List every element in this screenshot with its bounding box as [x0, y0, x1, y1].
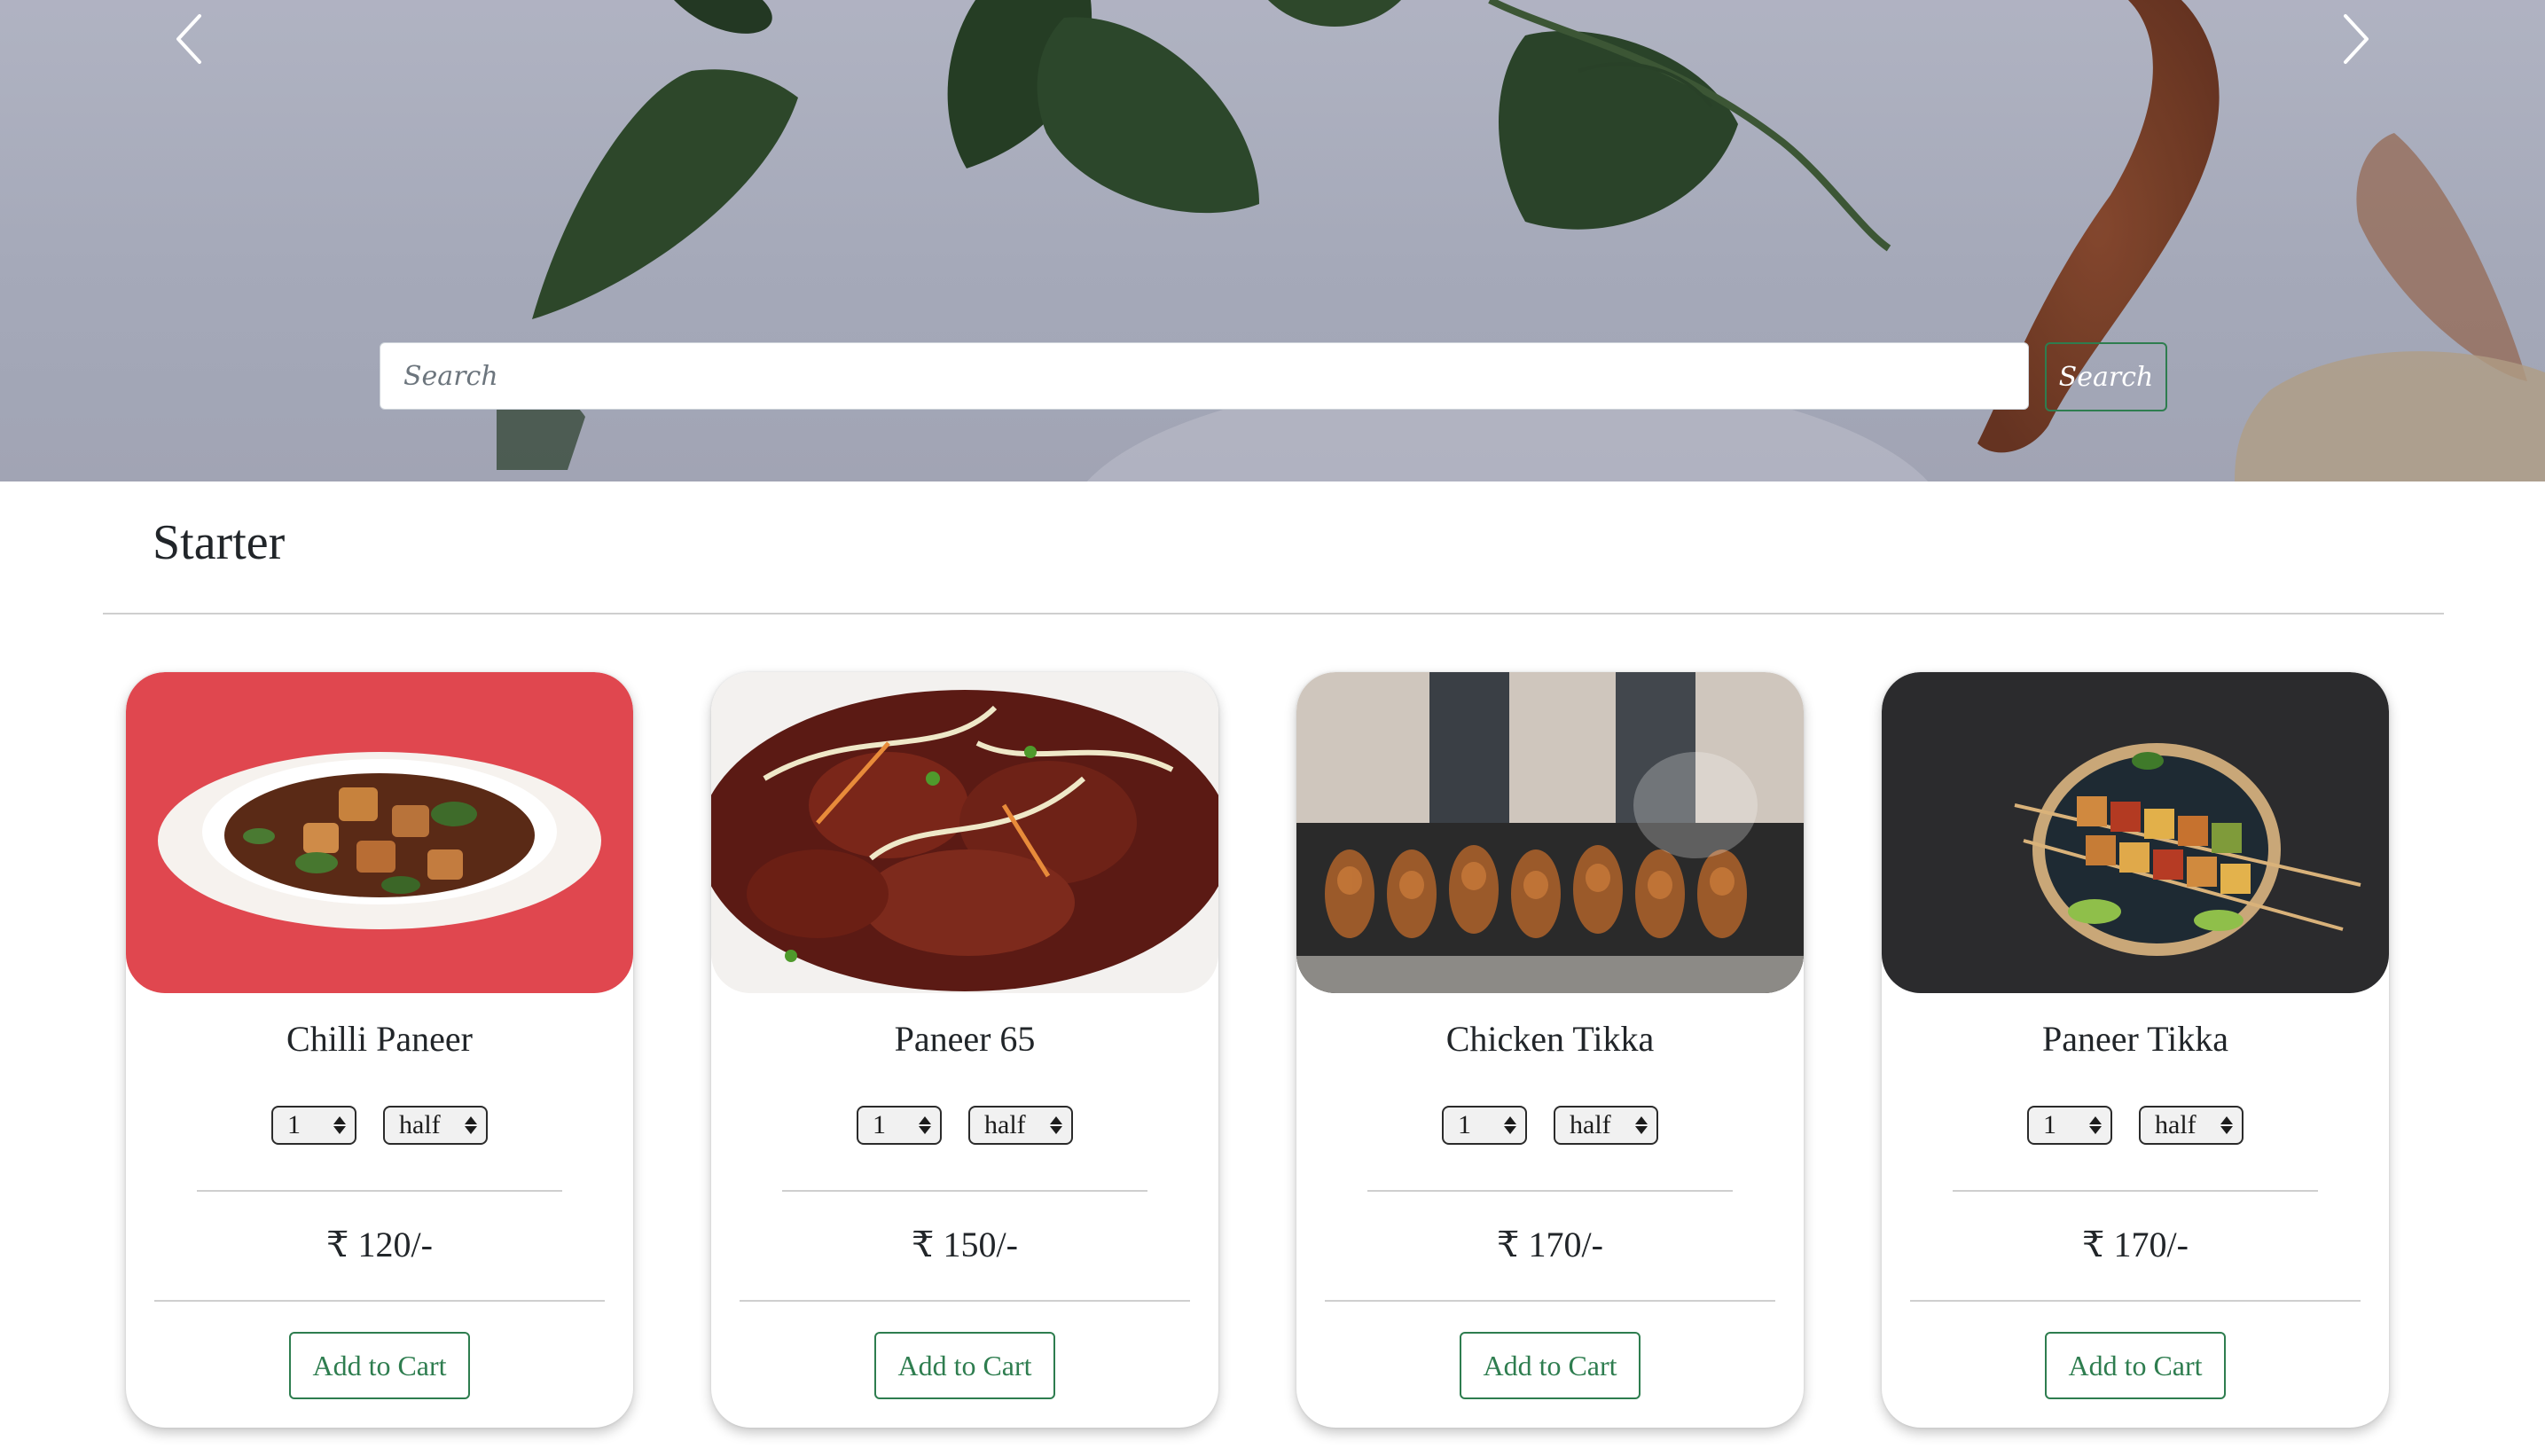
select-arrows-icon — [919, 1116, 931, 1134]
menu-card-paneer-tikka: Paneer Tikka 1 half ₹ 170/- Add to Cart — [1882, 672, 2389, 1428]
add-to-cart-button[interactable]: Add to Cart — [289, 1332, 470, 1399]
carousel-next-button[interactable] — [2330, 11, 2384, 67]
quantity-value: 1 — [2043, 1110, 2056, 1139]
card-divider — [782, 1190, 1147, 1192]
card-price: ₹ 150/- — [912, 1225, 1018, 1264]
select-arrows-icon — [1635, 1116, 1648, 1134]
card-price: ₹ 120/- — [326, 1225, 433, 1264]
search-button[interactable]: Search — [2045, 342, 2167, 411]
select-arrows-icon — [465, 1116, 477, 1134]
portion-value: half — [399, 1110, 441, 1139]
menu-card-chilli-paneer: Chilli Paneer 1 half ₹ 120/- Add to Cart — [126, 672, 633, 1428]
quantity-select[interactable]: 1 — [271, 1106, 356, 1145]
card-divider — [1325, 1300, 1775, 1302]
card-options: 1 half — [1296, 1106, 1804, 1145]
quantity-value: 1 — [1458, 1110, 1471, 1139]
card-options: 1 half — [1882, 1106, 2389, 1145]
menu-card-chicken-tikka: Chicken Tikka 1 half ₹ 170/- Add to Cart — [1296, 672, 1804, 1428]
card-divider — [740, 1300, 1190, 1302]
carousel-prev-button[interactable] — [161, 11, 215, 67]
card-title: Chilli Paneer — [286, 1019, 473, 1059]
chevron-left-icon — [176, 14, 201, 64]
card-title: Chicken Tikka — [1445, 1019, 1655, 1059]
card-divider — [1910, 1300, 2361, 1302]
portion-select[interactable]: half — [1554, 1106, 1658, 1145]
quantity-select[interactable]: 1 — [857, 1106, 942, 1145]
chevron-right-icon — [2344, 14, 2369, 64]
search-bar: Search — [380, 342, 2167, 411]
card-title: Paneer 65 — [894, 1019, 1036, 1059]
select-arrows-icon — [333, 1116, 346, 1134]
select-arrows-icon — [2089, 1116, 2102, 1134]
quantity-select[interactable]: 1 — [2027, 1106, 2112, 1145]
portion-value: half — [2155, 1110, 2197, 1139]
portion-select[interactable]: half — [968, 1106, 1073, 1145]
select-arrows-icon — [1050, 1116, 1062, 1134]
card-price: ₹ 170/- — [1497, 1225, 1603, 1264]
portion-value: half — [1570, 1110, 1611, 1139]
card-divider — [197, 1190, 562, 1192]
section-divider — [103, 613, 2444, 614]
select-arrows-icon — [2220, 1116, 2233, 1134]
menu-card-paneer-65: Paneer 65 1 half ₹ 150/- Add to Cart — [711, 672, 1218, 1428]
add-to-cart-button[interactable]: Add to Cart — [1460, 1332, 1641, 1399]
card-price: ₹ 170/- — [2082, 1225, 2189, 1264]
add-to-cart-button[interactable]: Add to Cart — [2045, 1332, 2226, 1399]
food-image — [126, 672, 633, 993]
card-divider — [154, 1300, 605, 1302]
portion-select[interactable]: half — [2139, 1106, 2244, 1145]
card-title: Paneer Tikka — [2042, 1019, 2228, 1059]
select-arrows-icon — [1504, 1116, 1516, 1134]
hero-carousel: Search — [0, 0, 2545, 481]
section-title: Starter — [153, 515, 286, 570]
portion-value: half — [984, 1110, 1026, 1139]
card-divider — [1367, 1190, 1733, 1192]
card-divider — [1953, 1190, 2318, 1192]
card-options: 1 half — [126, 1106, 633, 1145]
portion-select[interactable]: half — [383, 1106, 488, 1145]
food-image — [1296, 672, 1804, 993]
food-image — [711, 672, 1218, 993]
quantity-value: 1 — [873, 1110, 886, 1139]
search-input[interactable] — [380, 342, 2029, 410]
quantity-select[interactable]: 1 — [1442, 1106, 1527, 1145]
menu-cards: Chilli Paneer 1 half ₹ 120/- Add to Cart — [126, 672, 2467, 1429]
quantity-value: 1 — [287, 1110, 301, 1139]
add-to-cart-button[interactable]: Add to Cart — [874, 1332, 1055, 1399]
food-image — [1882, 672, 2389, 993]
card-options: 1 half — [711, 1106, 1218, 1145]
